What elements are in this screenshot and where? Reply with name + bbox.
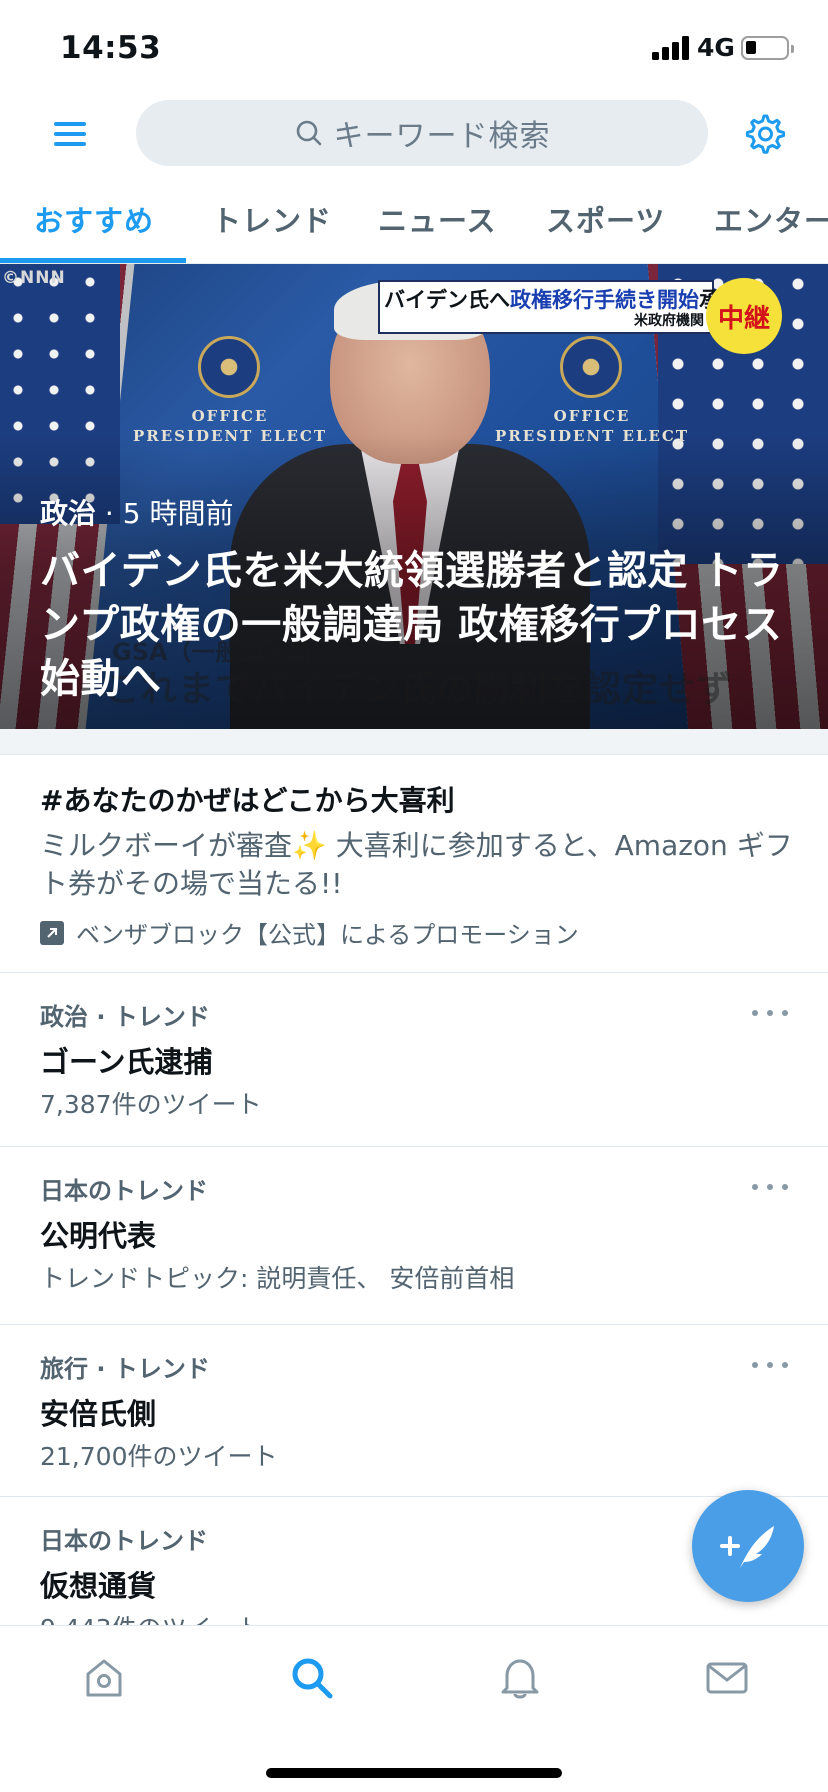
hero-title: バイデン氏を米大統領選勝者と認定 トランプ政権の一般調達局 政権移行プロセス始動… [40, 548, 784, 702]
compose-icon [720, 1526, 774, 1568]
compose-button[interactable] [692, 1490, 804, 1602]
home-icon[interactable] [80, 1654, 128, 1702]
news-banner: バイデン氏へ政権移行手続き開始承認 米政府機関 [378, 280, 741, 334]
trend-meta: 21,700件のツイート [40, 1442, 278, 1471]
hero-meta: 政治 · 5 時間前 [40, 497, 234, 530]
network-type: 4G [697, 33, 735, 62]
trend-item[interactable]: 日本のトレンド 公明代表 トレンドトピック: 説明責任、 安倍前首相 [0, 1147, 828, 1325]
promo-title: #あなたのかぜはどこから大喜利 [40, 784, 455, 817]
tab-sports[interactable]: スポーツ [546, 198, 665, 240]
status-bar: 14:53 4G [0, 0, 828, 100]
search-icon[interactable] [288, 1654, 336, 1702]
mail-icon[interactable] [703, 1654, 751, 1702]
trend-item[interactable]: 旅行 · トレンド 安倍氏側 21,700件のツイート [0, 1325, 828, 1497]
explore-header: キーワード検索 [0, 96, 828, 168]
home-indicator [266, 1768, 562, 1778]
promo-sponsor: ベンザブロック【公式】によるプロモーション [40, 915, 579, 950]
trend-category: 日本のトレンド [40, 1177, 208, 1205]
hero-news-card[interactable]: OFFICE PRESIDENT ELECT OFFICE PRESIDENT … [0, 264, 828, 729]
more-dots-icon[interactable] [752, 1181, 788, 1193]
trend-category: 日本のトレンド [40, 1527, 208, 1555]
more-dots-icon[interactable] [752, 1007, 788, 1019]
bell-icon[interactable] [496, 1654, 544, 1702]
tab-trends[interactable]: トレンド [212, 198, 332, 240]
trend-category: 政治 · トレンド [40, 1003, 210, 1031]
tab-recommended[interactable]: おすすめ [34, 198, 154, 240]
hero-time: 5 時間前 [122, 497, 234, 530]
search-placeholder: キーワード検索 [333, 119, 551, 154]
battery-icon [741, 36, 794, 60]
status-time: 14:53 [60, 30, 162, 66]
battery-level [746, 41, 756, 54]
trend-category: 旅行 · トレンド [40, 1355, 210, 1383]
cellular-signal-icon [652, 36, 692, 60]
promoted-trend[interactable]: #あなたのかぜはどこから大喜利 ミルクボーイが審査✨ 大喜利に参加すると、Ama… [0, 755, 828, 973]
search-input[interactable]: キーワード検索 [136, 100, 708, 166]
more-dots-icon[interactable] [752, 1359, 788, 1371]
trend-name: 公明代表 [40, 1219, 157, 1253]
promo-description: ミルクボーイが審査✨ 大喜利に参加すると、Amazon ギフト券がその場で当たる… [40, 829, 793, 900]
explore-tabs: おすすめ トレンド ニュース スポーツ エンター [0, 182, 828, 264]
hero-category: 政治 [40, 497, 97, 530]
active-tab-indicator [0, 258, 186, 263]
trend-name: ゴーン氏逮捕 [40, 1045, 213, 1079]
trend-meta: 7,387件のツイート [40, 1090, 262, 1119]
search-icon [296, 120, 321, 146]
promoted-icon [40, 920, 64, 945]
trend-name: 仮想通貨 [40, 1569, 157, 1603]
trend-meta: トレンドトピック: 説明責任、 安倍前首相 [40, 1264, 515, 1293]
trend-item[interactable]: 政治 · トレンド ゴーン氏逮捕 7,387件のツイート [0, 973, 828, 1147]
broadcaster-logo: ©NNN [2, 268, 66, 288]
tab-entertainment[interactable]: エンター [714, 198, 828, 240]
bottom-nav [0, 1625, 828, 1792]
gear-icon[interactable] [742, 112, 786, 156]
tab-news[interactable]: ニュース [378, 198, 497, 240]
live-badge: 中継 [706, 278, 782, 354]
section-divider [0, 729, 828, 755]
trend-name: 安倍氏側 [40, 1397, 157, 1431]
menu-icon[interactable] [50, 116, 92, 150]
